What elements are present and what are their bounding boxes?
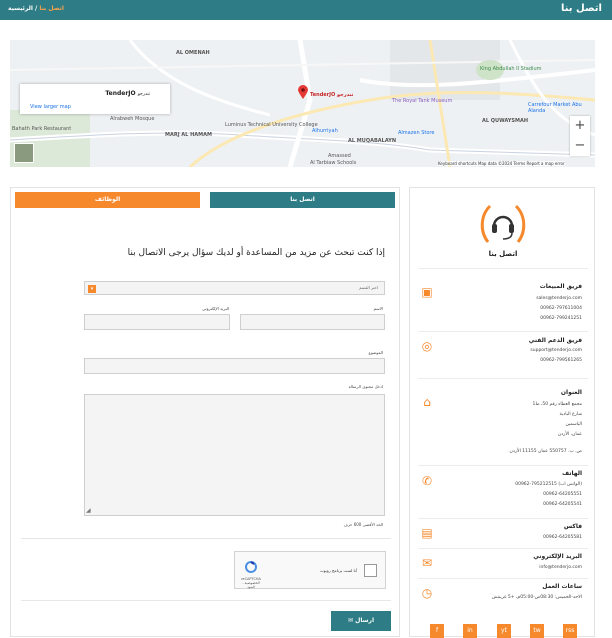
map-label: MARJ AL HAMAM [165,132,212,138]
subject-label: الموضوع [368,350,383,355]
map-label: AL OMENAH [176,50,210,56]
home-icon: ⌂ [423,395,431,409]
map-label: AL QUWAYSMAH [482,118,529,124]
map-label: Al Tarbiaw Schools [310,160,357,166]
rss-icon[interactable]: rss [563,624,577,638]
map-label: Carrefour Market Abu Alanda [528,102,582,114]
page-title: اتصل بنا [560,3,602,14]
briefcase-icon: ▣ [421,285,433,299]
map-marker-label: TenderJO تندرجو [310,92,354,98]
recaptcha-icon [245,561,257,573]
zoom-out-button[interactable]: − [570,136,590,156]
zoom-in-button[interactable]: + [570,116,590,136]
view-larger-map-link[interactable]: View larger map [30,104,71,110]
recaptcha-label: أنا لست برنامج روبوت [319,568,357,573]
recaptcha-logo: reCAPTCHA الخصوصية - البنود [241,558,261,589]
contact-card-title: اتصل بنا [488,250,518,258]
resize-handle-icon[interactable]: ◢ [86,507,91,514]
place-title: TenderJO تندرجو [105,90,150,97]
support-section: ◎ فريق الدعم الفني support@tenderjo.com … [418,331,588,369]
breadcrumb-home-link[interactable]: الرئيسية [8,5,33,12]
page-header: اتصل بنا اتصل بنا / الرئيسية [0,0,612,20]
map-label: AL MUQABALAYN [348,138,397,144]
breadcrumb-separator: / [35,5,38,12]
hours-section: ◷ ساعات العمل الاحد-الخميس: 08:30ص-05:00… [418,578,588,608]
embedded-map[interactable]: Luminus Technical University College Alr… [10,40,595,167]
street-view-thumbnail[interactable] [14,143,34,163]
lifebuoy-icon: ◎ [421,339,433,353]
map-label: King Abdullah II Stadium [480,66,542,72]
support-headset-icon [478,202,528,246]
tab-jobs[interactable]: الوظائف [15,192,200,208]
subject-input[interactable] [84,358,385,374]
place-card: TenderJO تندرجو View larger map [20,84,170,114]
message-label: ادخل محتوى الرسالة [348,384,383,389]
map-label: Almazen Store [398,130,435,136]
breadcrumb: اتصل بنا / الرئيسية [8,5,64,12]
message-textarea[interactable]: ◢ [84,394,385,516]
fax-section: ▤ فاكس 00962-64205581 [418,518,588,546]
clock-icon: ◷ [421,586,433,600]
email-label: البريد الإلكتروني [202,306,229,311]
department-select[interactable]: ▾ اختر القسم [84,281,385,295]
youtube-icon[interactable]: yt [497,624,511,638]
send-button[interactable]: ✉ ارسال [331,611,391,631]
map-label: The Royal Tank Museum [392,98,453,104]
address-section: ⌂ العنوان مجمع العطاء رقم 50، ط1 شارع ال… [418,378,588,463]
facebook-icon[interactable]: f [430,624,444,638]
breadcrumb-current: اتصل بنا [39,5,64,12]
fax-icon: ▤ [421,526,433,540]
map-label: Luminus Technical University College [225,122,318,128]
phone-icon: ✆ [421,474,433,488]
linkedin-icon[interactable]: in [463,624,477,638]
twitter-icon[interactable]: tw [530,624,544,638]
email-input[interactable] [84,314,230,330]
map-label: Alrabweh Mosque [110,116,155,122]
map-label: Amassed [328,153,351,159]
map-zoom-controls: + − [570,116,590,156]
contact-info-card: اتصل بنا ▣ فريق المبيعات sales@tenderjo.… [409,187,595,638]
envelope-icon: ✉ [421,556,433,570]
sales-section: ▣ فريق المبيعات sales@tenderjo.com 00962… [418,268,588,321]
tab-contact[interactable]: اتصل بنا [210,192,395,208]
form-intro-text: إذا كنت تبحث عن مزيد من المساعدة أو لديك… [127,248,385,258]
phone-section: ✆ الهاتف 00962-795212515 (الواتس اب) 009… [418,465,588,515]
email-section: ✉ البريد الإلكتروني info@tenderjo.com [418,548,588,576]
map-label: Bahath Park Restaurant [12,126,72,132]
name-input[interactable] [240,314,385,330]
map-footer[interactable]: Keyboard shortcuts Map data ©2024 Terms … [438,161,565,166]
name-label: الاسم [373,306,383,311]
tab-bar: الوظائف اتصل بنا [15,192,395,208]
map-marker-icon[interactable] [298,85,308,99]
recaptcha-widget: أنا لست برنامج روبوت reCAPTCHA الخصوصية … [234,551,386,589]
recaptcha-checkbox[interactable] [364,564,377,577]
chevron-down-icon: ▾ [88,285,96,293]
map-label: Alhurriyah [312,128,338,134]
department-select-value: اختر القسم [359,285,378,290]
char-limit-note: الحد الأقصى 600 حرف [343,522,383,527]
contact-form-panel: الوظائف اتصل بنا إذا كنت تبحث عن مزيد من… [10,187,400,637]
